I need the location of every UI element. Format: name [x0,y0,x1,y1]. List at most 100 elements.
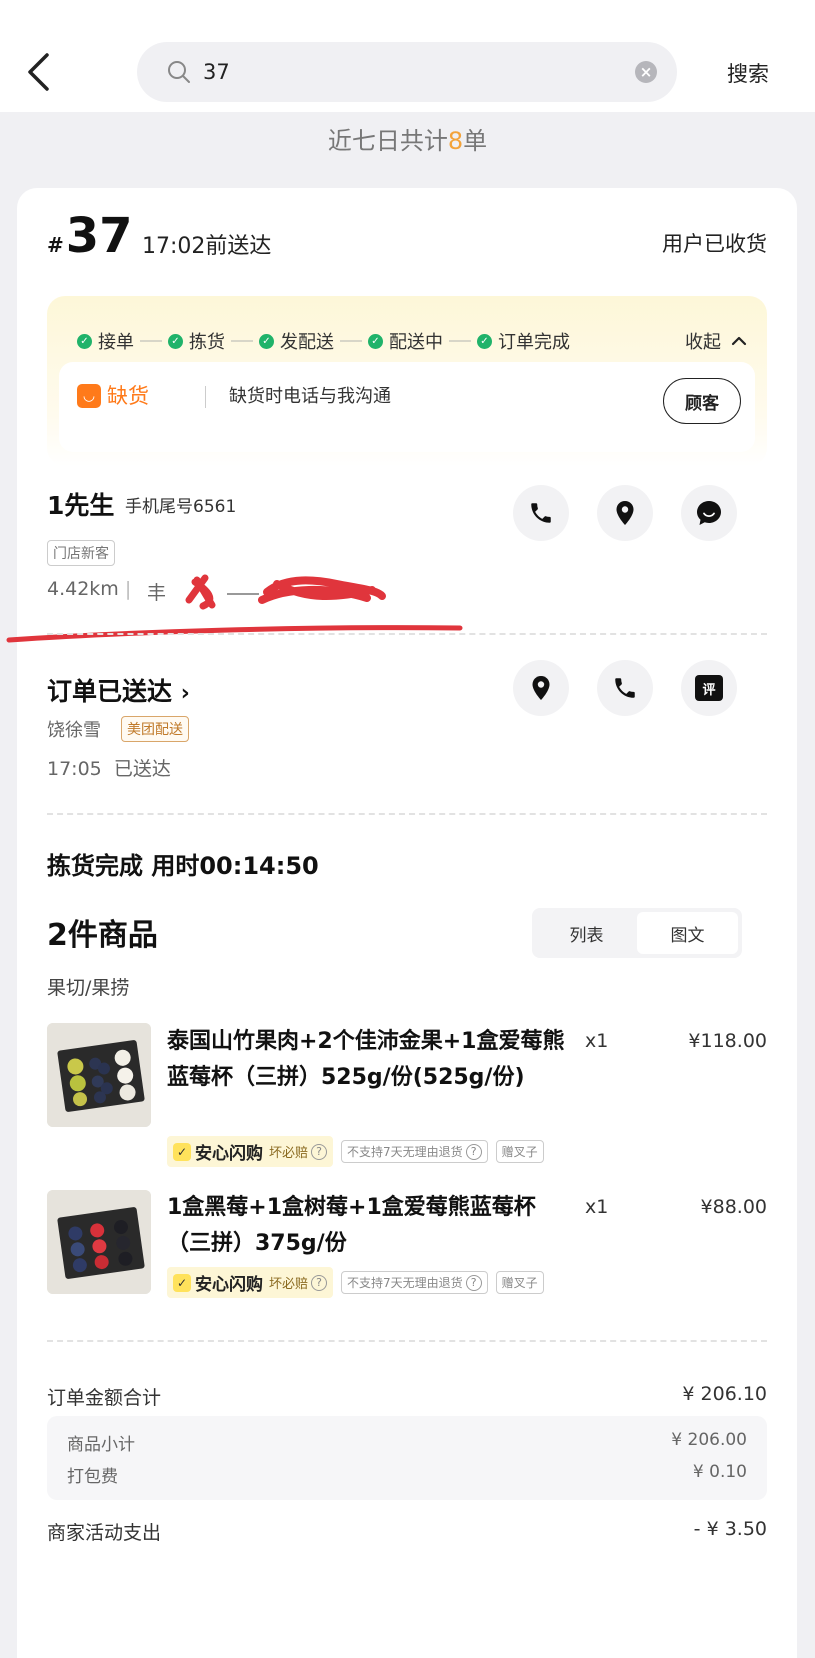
view-grid-tab[interactable]: 图文 [637,912,738,954]
chat-bubble-icon [697,501,721,525]
summary-count: 8 [447,127,464,155]
collapse-label: 收起 [685,332,721,353]
help-icon[interactable]: ? [311,1274,328,1291]
progress-panel: ✓ 接单 ✓ 拣货 ✓ 发配送 ✓ 配送中 ✓ 订单完成 收起 ◡ 缺货 缺货时电话与我沟… [47,296,767,466]
help-icon[interactable]: ? [311,1143,328,1160]
step-label: 订单完成 [498,332,570,353]
picking-summary: 拣货完成 用时00:14:50 [47,852,319,880]
shortage-box: ◡ 缺货 缺货时电话与我沟通 顾客 [59,362,755,452]
delivery-provider-tag: 美团配送 [121,716,189,742]
customer-location-button[interactable] [597,485,653,541]
help-icon[interactable]: ? [465,1274,482,1291]
progress-steps: ✓ 接单 ✓ 拣货 ✓ 发配送 ✓ 配送中 ✓ 订单完成 [77,328,570,354]
review-rider-button[interactable]: 评 [681,660,737,716]
help-icon[interactable]: ? [465,1143,482,1160]
goods-category: 果切/果捞 [47,977,130,999]
merchant-activity-label: 商家活动支出 [47,1522,162,1544]
location-pin-icon [532,676,550,700]
distance-value: 4.42km [47,578,119,600]
assurance-badge[interactable]: ✓ 安心闪购 坏必赔 ? [167,1136,334,1167]
gift-badge: 赠叉子 [495,1271,544,1294]
badge-sub-label: 坏必赔 [269,1277,309,1292]
review-icon: 评 [695,675,723,701]
section-divider [47,813,767,815]
delivery-time-value: 17:05 [47,758,102,780]
badge-sub-label: 坏必赔 [269,1146,309,1161]
call-rider-button[interactable] [597,660,653,716]
chevron-right-icon: › [180,681,190,706]
order-card: #37 17:02前送达 用户已收货 ✓ 接单 ✓ 拣货 ✓ 发配送 ✓ 配送中 ✓ 订单… [6,188,797,1658]
delivery-time: 17:05 已送达 [47,754,171,781]
divider [205,386,206,408]
no-return-badge[interactable]: 不支持7天无理由退货? [341,1140,488,1163]
delivery-status: 已送达 [113,758,171,780]
summary-suffix: 单 [463,127,488,155]
check-icon: ✓ [259,333,274,349]
customer-button[interactable]: 顾客 [663,378,741,424]
packing-fee-row: 打包费 ¥ 0.10 [67,1462,747,1487]
redaction-underline [6,625,463,643]
subtotal-value: ¥ 206.00 [671,1430,747,1450]
shopping-bag-icon: ◡ [77,384,101,408]
back-button[interactable] [18,50,58,94]
step-complete: ✓ 订单完成 [477,328,570,354]
shortage-label: 缺货 [107,384,149,408]
search-field[interactable]: 37 × [137,42,677,102]
section-divider [47,633,767,635]
goods-count: 2件商品 [47,918,158,953]
product-badges: ✓ 安心闪购 坏必赔 ? 不支持7天无理由退货? 赠叉子 [167,1136,552,1167]
no-return-badge[interactable]: 不支持7天无理由退货? [341,1271,488,1294]
check-icon: ✓ [477,333,492,349]
step-connector [340,340,362,342]
customer-name: 1先生 [47,491,115,520]
product-qty: x1 [585,1196,609,1218]
check-icon: ✓ [77,333,92,349]
customer-distance: 4.42km | [47,578,132,600]
phone-icon [615,678,635,698]
top-bar: 37 × 搜索 [0,0,815,112]
step-label: 拣货 [189,332,225,353]
product-qty: x1 [585,1030,609,1052]
phone-icon [531,503,551,523]
order-number-value: 37 [65,208,133,264]
step-pick: ✓ 拣货 [168,328,225,354]
redaction-scribble [185,574,386,610]
summary-prefix: 近七日共计 [327,127,448,155]
search-input[interactable]: 37 [203,60,635,84]
packing-fee-label: 打包费 [67,1467,118,1487]
product-image [47,1023,151,1127]
clear-icon[interactable]: × [635,61,657,83]
customer-address: 丰 [147,582,167,604]
order-status: 用户已收货 [662,232,767,256]
deliver-deadline: 17:02前送达 [142,234,272,259]
step-dispatch: ✓ 发配送 [259,328,334,354]
order-number: #37 [47,212,133,260]
product-price: ¥88.00 [700,1196,767,1218]
subtotal-row: 商品小计 ¥ 206.00 [67,1430,747,1455]
product-price: ¥118.00 [688,1030,767,1052]
assurance-badge[interactable]: ✓ 安心闪购 坏必赔 ? [167,1267,334,1298]
view-list-tab[interactable]: 列表 [536,912,637,954]
delivery-status-link[interactable]: 订单已送达 › [47,672,190,708]
collapse-button[interactable]: 收起 [685,328,747,354]
badge-main-label: 安心闪购 [195,1144,263,1164]
check-icon: ✓ [168,333,183,349]
fee-breakdown: 商品小计 ¥ 206.00 打包费 ¥ 0.10 [47,1416,767,1500]
customer-phone: 手机尾号6561 [125,497,237,517]
call-customer-button[interactable] [513,485,569,541]
badge-main-label: 安心闪购 [195,1275,263,1295]
search-icon [168,61,190,83]
message-customer-button[interactable] [681,485,737,541]
shield-check-icon: ✓ [173,1142,191,1161]
step-delivering: ✓ 配送中 [368,328,443,354]
step-accept: ✓ 接单 [77,328,134,354]
order-hash: # [47,233,64,257]
view-toggle: 列表 图文 [532,908,742,958]
search-button[interactable]: 搜索 [727,58,769,88]
gift-badge: 赠叉子 [495,1140,544,1163]
shortage-note: 缺货时电话与我沟通 [229,386,391,407]
chevron-left-icon [28,53,49,91]
rider-location-button[interactable] [513,660,569,716]
shield-check-icon: ✓ [173,1273,191,1292]
step-connector [231,340,253,342]
